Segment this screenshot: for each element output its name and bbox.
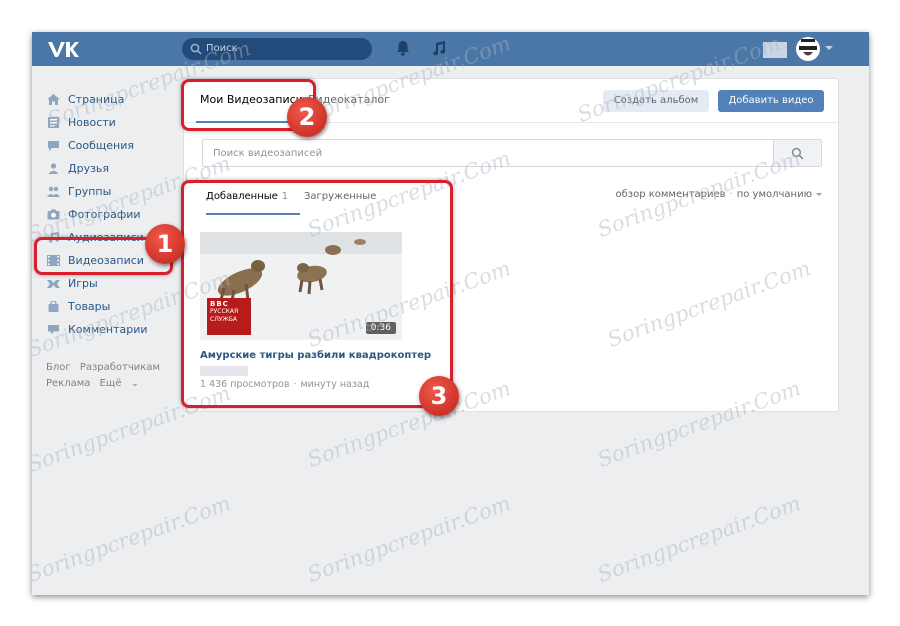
chevron-down-icon[interactable] xyxy=(825,46,833,50)
comments-overview-link[interactable]: обзор комментариев xyxy=(615,189,725,200)
sidebar-item-news[interactable]: Новости xyxy=(44,111,174,134)
sidebar-item-comments[interactable]: Комментарии xyxy=(44,318,174,341)
sidebar-item-label: Товары xyxy=(68,300,111,313)
sidebar-item-messages[interactable]: Сообщения xyxy=(44,134,174,157)
watermark: Soringpcrepair.Com xyxy=(32,491,234,587)
header-search-placeholder: Поиск xyxy=(206,43,238,54)
header-search-input[interactable]: Поиск xyxy=(182,38,372,60)
sidebar-item-games[interactable]: Игры xyxy=(44,272,174,295)
camera-icon xyxy=(47,209,60,220)
search-icon xyxy=(190,43,202,55)
groups-icon xyxy=(47,186,60,197)
top-bar: Поиск xyxy=(32,32,869,66)
watermark: Soringpcrepair.Com xyxy=(304,491,514,587)
sidebar-item-label: Группы xyxy=(68,185,112,198)
avatar[interactable] xyxy=(796,37,820,61)
annotation-badge-1: 1 xyxy=(145,224,185,264)
footer-link-more[interactable]: Ещё ⌄ xyxy=(100,378,139,389)
sidebar-item-label: Новости xyxy=(68,116,116,129)
sidebar: Страница Новости Сообщения Друзья Группы… xyxy=(44,88,174,341)
annotation-badge-3: 3 xyxy=(419,376,459,416)
create-album-button[interactable]: Создать альбом xyxy=(603,90,709,112)
footer-link-blog[interactable]: Блог xyxy=(46,362,71,373)
user-avatar-icon xyxy=(799,39,817,56)
sidebar-item-label: Фотографии xyxy=(68,208,141,221)
bell-icon[interactable] xyxy=(396,40,410,56)
sidebar-item-label: Комментарии xyxy=(68,323,148,336)
home-icon xyxy=(47,94,60,105)
sidebar-item-page[interactable]: Страница xyxy=(44,88,174,111)
sort-order-label: по умолчанию xyxy=(736,189,812,200)
music-icon[interactable] xyxy=(432,40,446,56)
footer-link-more-label: Ещё xyxy=(99,378,122,389)
video-search-bar xyxy=(202,139,822,167)
footer-link-developers[interactable]: Разработчикам xyxy=(80,362,160,373)
watermark: Soringpcrepair.Com xyxy=(594,491,804,587)
add-video-button[interactable]: Добавить видео xyxy=(718,90,824,112)
video-search-button[interactable] xyxy=(773,140,821,166)
sort-controls: обзор комментариев · по умолчанию xyxy=(615,189,822,200)
messages-icon xyxy=(48,141,59,151)
video-search-input[interactable] xyxy=(203,140,773,166)
chevron-down-icon xyxy=(816,192,822,196)
user-name-blurred[interactable] xyxy=(763,42,787,58)
search-icon xyxy=(791,147,804,160)
news-icon xyxy=(48,117,59,128)
sidebar-item-label: Сообщения xyxy=(68,139,135,152)
sort-order-dropdown[interactable]: по умолчанию xyxy=(737,189,822,200)
sidebar-item-label: Друзья xyxy=(68,162,110,175)
vk-logo-icon[interactable] xyxy=(46,39,80,59)
highlight-video-list xyxy=(181,180,453,408)
friends-icon xyxy=(48,163,59,174)
sidebar-footer-links: Блог Разработчикам Реклама Ещё ⌄ xyxy=(46,360,166,392)
sidebar-item-groups[interactable]: Группы xyxy=(44,180,174,203)
games-icon xyxy=(47,280,60,288)
sidebar-item-friends[interactable]: Друзья xyxy=(44,157,174,180)
comments-icon xyxy=(48,325,59,335)
sidebar-item-market[interactable]: Товары xyxy=(44,295,174,318)
annotation-badge-2: 2 xyxy=(287,97,327,137)
shopping-bag-icon xyxy=(48,301,59,312)
sidebar-item-label: Страница xyxy=(68,93,125,106)
sidebar-item-label: Игры xyxy=(68,277,98,290)
footer-link-ads[interactable]: Реклама xyxy=(46,378,90,389)
sidebar-item-photos[interactable]: Фотографии xyxy=(44,203,174,226)
